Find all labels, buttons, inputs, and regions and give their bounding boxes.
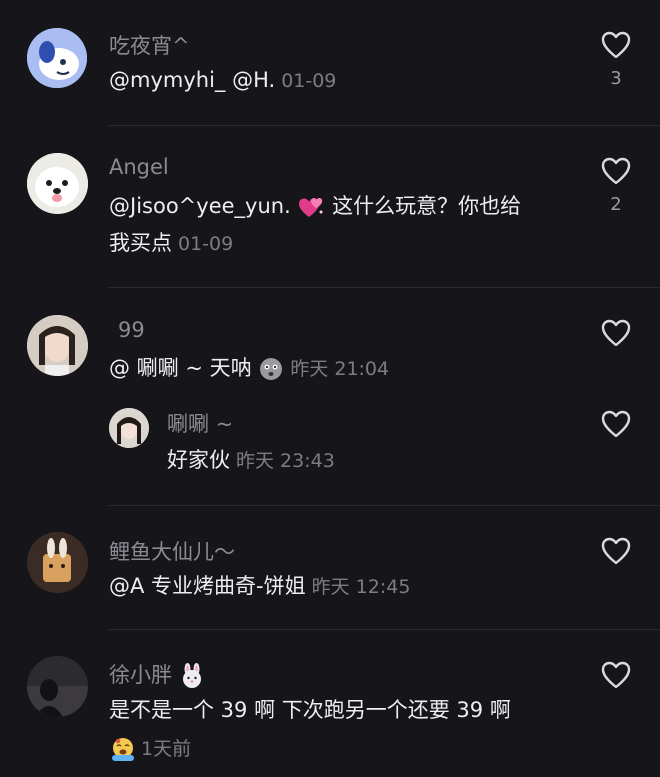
reply-time: 昨天 23:43 [236,450,335,472]
reply-text: 好家伙 昨天 23:43 [167,442,335,480]
like-button[interactable] [600,156,632,186]
avatar[interactable] [27,532,88,593]
avatar[interactable] [27,656,88,717]
like-button[interactable] [600,409,632,439]
crying-emoji-icon [112,738,134,761]
reply-body[interactable]: 好家伙 [167,448,230,472]
comment-meta: 1天前 [109,730,191,768]
heart-outline-icon [601,31,631,59]
like-count: 2 [610,194,622,215]
comment-list: 吃夜宵^ @mymyhi_ @H. 01-09 3 Angel @Jisoo^ye… [0,0,660,777]
comment-text-line2: 我买点 01-09 [109,225,233,263]
reply-username[interactable]: 唰唰 ~ [167,408,233,438]
rabbit-emoji-icon [182,663,201,688]
comment-body[interactable]: @ 唰唰 ~ 天呐 [109,356,252,380]
comment-text: @mymyhi_ @H. 01-09 [109,62,336,100]
sparkling-hearts-emoji-icon [299,198,323,217]
heart-outline-icon [601,157,631,185]
dizzy-face-emoji-icon [260,358,283,380]
like-button[interactable] [600,536,632,566]
comment-username: 徐小胖 [109,659,205,689]
comment-username[interactable]: 鲤鱼大仙儿～ [109,536,235,566]
comment-text: @Jisoo^yee_yun. 这什么玩意？你也给 [109,188,521,225]
comment-item[interactable]: Angel @Jisoo^yee_yun. 这什么玩意？你也给 我买点 01-09… [0,126,660,288]
comment-body[interactable]: @Jisoo^yee_yun. [109,194,291,218]
comment-item[interactable]: 鲤鱼大仙儿～ @A 专业烤曲奇-饼姐 昨天 12:45 [0,506,660,630]
avatar[interactable] [27,28,87,88]
comment-text: 是不是一个 39 啊 下次跑另一个还要 39 啊 [109,692,511,729]
comment-body-continued[interactable]: 这什么玩意？你也给 [325,194,521,218]
heart-outline-icon [601,319,631,347]
comment-body[interactable]: @mymyhi_ @H. [109,68,275,92]
comment-text: @ 唰唰 ~ 天呐 昨天 21:04 [109,350,389,388]
comment-username[interactable]: Angel [109,155,169,179]
comment-item[interactable]: 徐小胖 是不是一个 39 啊 下次跑另一个还要 39 啊 1天前 [0,630,660,777]
comment-body[interactable]: 是不是一个 39 啊 下次跑另一个还要 39 啊 [109,698,511,722]
avatar[interactable] [27,315,88,376]
comment-username[interactable]: 99 [118,318,145,342]
comment-time: 01-09 [281,70,337,92]
comment-text: @A 专业烤曲奇-饼姐 昨天 12:45 [109,568,410,606]
like-button[interactable] [600,318,632,348]
like-button[interactable] [600,660,632,690]
comment-username[interactable]: 吃夜宵^ [109,30,190,60]
comment-item[interactable]: 99 @ 唰唰 ~ 天呐 昨天 21:04 唰唰 ~ 好家伙 昨天 23:43 [0,288,660,504]
comment-body[interactable]: @A 专业烤曲奇-饼姐 [109,574,306,598]
comment-time: 1天前 [141,738,192,760]
heart-outline-icon [601,661,631,689]
comment-username-text[interactable]: 徐小胖 [109,663,172,687]
heart-outline-icon [601,410,631,438]
comment-time: 01-09 [178,233,234,255]
comment-item[interactable]: 吃夜宵^ @mymyhi_ @H. 01-09 3 [0,0,660,126]
heart-outline-icon [601,537,631,565]
avatar[interactable] [27,153,88,214]
comment-body-line2[interactable]: 我买点 [109,231,172,255]
like-count: 3 [610,68,622,89]
comment-time: 昨天 21:04 [290,358,390,380]
like-button[interactable] [600,30,632,60]
comment-time: 昨天 12:45 [311,576,411,598]
reply-avatar[interactable] [109,408,149,448]
